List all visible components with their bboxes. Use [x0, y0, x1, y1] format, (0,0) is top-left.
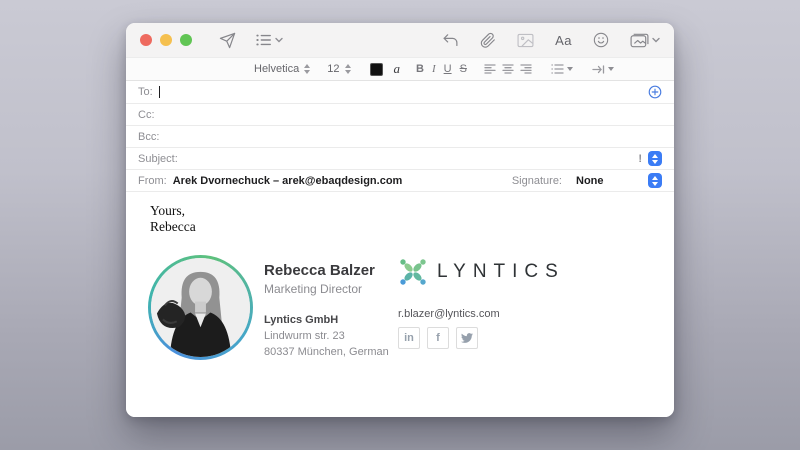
align-left-icon[interactable]: [484, 64, 496, 74]
avatar-ring: [148, 255, 253, 360]
bold-button[interactable]: B: [416, 63, 424, 75]
message-text: Yours, Rebecca: [150, 203, 196, 235]
strikethrough-button[interactable]: S: [460, 63, 467, 75]
add-recipient-button[interactable]: [648, 85, 662, 99]
font-family-value: Helvetica: [254, 63, 300, 75]
zoom-window-button[interactable]: [180, 34, 192, 46]
portrait-photo-illustration: [151, 258, 250, 357]
desktop-background: Aa Helvetica 12 a B I U S To: Cc: Bcc: S…: [0, 0, 800, 450]
signature-email-link[interactable]: r.blazer@lyntics.com: [398, 308, 565, 320]
window-controls: [140, 34, 192, 46]
indent-dropdown[interactable]: [592, 64, 614, 74]
signature-label: Signature:: [511, 174, 562, 187]
header-fields-list-icon[interactable]: [256, 33, 283, 47]
italic-button[interactable]: I: [432, 63, 436, 75]
send-icon[interactable]: [219, 32, 236, 49]
email-signature-card: Rebecca Balzer Marketing Director Lyntic…: [148, 255, 565, 360]
font-family-select[interactable]: Helvetica: [254, 63, 311, 75]
text-cursor: [158, 86, 160, 98]
emoji-smiley-icon[interactable]: [593, 32, 609, 48]
cc-field[interactable]: Cc:: [126, 104, 674, 126]
signature-name: Rebecca Balzer: [264, 262, 375, 279]
title-bar: Aa: [126, 23, 674, 57]
bcc-label: Bcc:: [138, 130, 160, 143]
priority-stepper[interactable]: [648, 151, 662, 166]
to-label: To:: [138, 86, 153, 98]
chevron-down-icon: [652, 37, 660, 43]
text-color-swatch[interactable]: [369, 62, 383, 76]
format-bar: Helvetica 12 a B I U S: [126, 57, 674, 81]
format-panel-icon[interactable]: Aa: [555, 33, 572, 48]
list-style-dropdown[interactable]: [551, 64, 573, 74]
signature-company: Lyntics GmbH: [264, 314, 339, 326]
message-line: Rebecca: [150, 219, 196, 234]
company-logo: LYNTICS: [398, 257, 565, 287]
lyntics-logo-text: LYNTICS: [437, 261, 565, 282]
avatar: [151, 258, 250, 357]
from-field[interactable]: From: Arek Dvornechuck – arek@ebaqdesign…: [126, 170, 674, 192]
priority-mark: !: [638, 152, 642, 165]
subject-label: Subject:: [138, 152, 178, 165]
list-icon: [551, 64, 564, 74]
facebook-icon[interactable]: f: [427, 327, 449, 349]
signature-select[interactable]: [648, 173, 662, 188]
linkedin-icon[interactable]: in: [398, 327, 420, 349]
subject-field[interactable]: Subject: !: [126, 148, 674, 170]
minimize-window-button[interactable]: [160, 34, 172, 46]
font-size-select[interactable]: 12: [327, 63, 351, 75]
lyntics-logo-icon: [398, 257, 428, 287]
align-right-icon[interactable]: [520, 64, 532, 74]
cc-label: Cc:: [138, 108, 155, 121]
close-window-button[interactable]: [140, 34, 152, 46]
mail-compose-window: Aa Helvetica 12 a B I U S To: Cc: Bcc: S…: [126, 23, 674, 417]
signature-brand-column: LYNTICS r.blazer@lyntics.com in f: [398, 255, 565, 360]
social-links: in f: [398, 327, 565, 349]
from-label: From:: [138, 174, 167, 187]
dropdown-arrow-icon: [566, 67, 573, 71]
twitter-icon[interactable]: [456, 327, 478, 349]
attachment-paperclip-icon[interactable]: [480, 32, 496, 49]
to-field[interactable]: To:: [126, 81, 674, 104]
insert-image-icon[interactable]: [517, 33, 534, 48]
indent-icon: [592, 64, 605, 74]
signature-select-value: None: [576, 174, 604, 187]
font-size-stepper-icon: [344, 64, 351, 74]
signature-identity-column: Rebecca Balzer Marketing Director Lyntic…: [264, 255, 391, 360]
message-body[interactable]: Yours, Rebecca Rebecca Balzer Marketing …: [126, 192, 674, 417]
align-center-icon[interactable]: [502, 64, 514, 74]
font-color-icon[interactable]: a: [394, 61, 401, 77]
bcc-field[interactable]: Bcc:: [126, 126, 674, 148]
signature-job-title: Marketing Director: [264, 282, 363, 296]
underline-button[interactable]: U: [444, 63, 452, 75]
font-family-stepper-icon: [304, 64, 311, 74]
dropdown-arrow-icon: [607, 67, 614, 71]
font-size-value: 12: [327, 63, 340, 75]
from-value: Arek Dvornechuck – arek@ebaqdesign.com: [172, 174, 403, 187]
signature-address-line: Lindwurm str. 23: [264, 330, 345, 342]
undo-icon[interactable]: [442, 33, 459, 48]
chevron-down-icon: [275, 37, 283, 43]
signature-address-line: 80337 München, German: [264, 346, 389, 358]
message-line: Yours,: [150, 203, 186, 218]
photo-browser-icon[interactable]: [630, 33, 660, 48]
